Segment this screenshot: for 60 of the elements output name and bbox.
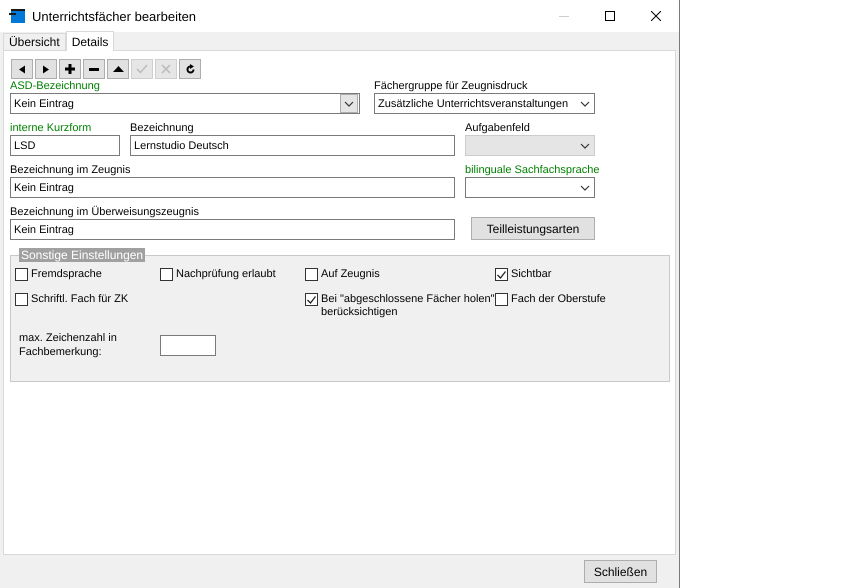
checkbox[interactable]: Sichtbar — [495, 268, 665, 281]
cross-icon — [161, 64, 171, 74]
group-title: Sonstige Einstellungen — [19, 248, 146, 262]
checkbox[interactable]: Fach der Oberstufe — [495, 293, 665, 306]
checkbox-box[interactable] — [15, 268, 28, 281]
checkbox-box[interactable] — [495, 293, 508, 306]
text-field[interactable]: LSD — [10, 135, 120, 156]
right-triangle-icon — [42, 64, 50, 74]
toolbar-button[interactable] — [83, 59, 105, 79]
chevron-down-icon — [580, 184, 590, 190]
close-icon — [651, 11, 661, 21]
checkbox[interactable]: Bei "abgeschlossene Fächer holen" berücksichtigen — [305, 293, 495, 319]
chevron-down-icon — [580, 142, 590, 148]
field-label: Aufgabenfeld — [465, 122, 530, 135]
field-label: ASD-Bezeichnung — [10, 80, 100, 93]
refresh-icon — [184, 64, 196, 74]
checkbox[interactable]: Auf Zeugnis — [305, 268, 495, 281]
dropdown-field[interactable]: Kein Eintrag — [10, 93, 360, 114]
close-dialog-button[interactable]: Schließen — [584, 560, 657, 583]
chevron-down-icon — [580, 100, 590, 106]
plus-icon — [65, 64, 75, 74]
checkbox-box[interactable] — [160, 268, 173, 281]
chevron-down-icon — [344, 100, 354, 106]
toolbar-button[interactable] — [11, 59, 33, 79]
checkbox[interactable]: Fremdsprache — [15, 268, 160, 281]
toolbar-button[interactable] — [59, 59, 81, 79]
checkbox[interactable]: Nachprüfung erlaubt — [160, 268, 305, 281]
checkbox-box[interactable] — [15, 293, 28, 306]
max-chars-field[interactable] — [160, 334, 216, 356]
text-field[interactable]: Kein Eintrag — [10, 177, 455, 198]
teilleistungsarten-button[interactable]: Teilleistungsarten — [471, 217, 595, 240]
text-field[interactable]: Kein Eintrag — [10, 219, 455, 240]
dropdown-field[interactable]: Zusätzliche Unterrichtsveranstaltungen — [374, 93, 595, 114]
field-label: Bezeichnung im Zeugnis — [10, 164, 130, 177]
window-app-icon — [9, 9, 25, 23]
field-label: interne Kurzform — [10, 122, 92, 135]
checkbox-box[interactable] — [305, 293, 318, 306]
tab[interactable]: Übersicht — [3, 33, 66, 50]
text-field[interactable]: Lernstudio Deutsch — [130, 135, 455, 156]
window-title: Unterrichtsfächer bearbeiten — [32, 8, 198, 24]
toolbar-button[interactable] — [179, 59, 201, 79]
field-label: Fächergruppe für Zeugnisdruck — [374, 80, 528, 93]
checkmark-icon — [307, 296, 316, 304]
field-label: bilinguale Sachfachsprache — [465, 164, 600, 177]
checkmark-icon — [497, 270, 506, 278]
left-triangle-icon — [18, 64, 26, 74]
field-label: Bezeichnung — [130, 122, 194, 135]
checkbox[interactable]: Schriftl. Fach für ZK — [15, 293, 160, 306]
minus-icon — [89, 68, 99, 70]
toolbar-button[interactable] — [107, 59, 129, 79]
checkbox-box[interactable] — [495, 268, 508, 281]
toolbar-button[interactable] — [35, 59, 57, 79]
field-label: max. Zeichenzahl in Fachbemerkung: — [19, 331, 118, 359]
checkmark-icon — [136, 64, 148, 74]
maximize-icon — [605, 11, 615, 21]
up-triangle-icon — [112, 66, 124, 72]
field-label: Bezeichnung im Überweisungszeugnis — [10, 206, 199, 219]
dropdown-field[interactable] — [465, 177, 595, 198]
checkbox-box[interactable] — [305, 268, 318, 281]
tab[interactable]: Details — [66, 31, 114, 51]
